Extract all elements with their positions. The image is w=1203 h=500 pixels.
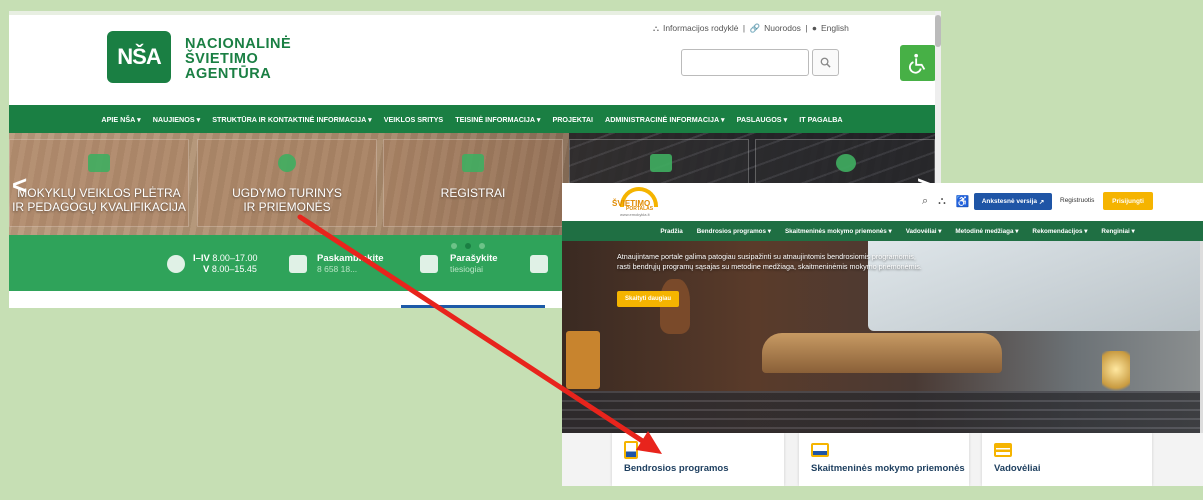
- accessibility-icon[interactable]: ♿: [956, 195, 970, 208]
- sitemap-icon: ⛬: [653, 23, 659, 33]
- portal-header: ŠVIETIMO PORTALAS www.emokykla.lt ⌕ ⛬ ♿ …: [562, 183, 1203, 221]
- read-more-button[interactable]: Skaityti daugiau: [617, 291, 679, 307]
- menu-item-struktura[interactable]: STRUKTŪRA IR KONTAKTINĖ INFORMACIJA ▾: [212, 115, 371, 124]
- scrollbar-thumb[interactable]: [935, 15, 941, 47]
- hero-text: Atnaujintame portale galima patogiau sus…: [617, 252, 922, 271]
- external-link-icon: ↗: [1038, 198, 1045, 206]
- globe-icon: ●: [811, 23, 818, 33]
- card-title: Skaitmeninės mokymo priemonės: [811, 463, 965, 474]
- tile-label: MOKYKLŲ VEIKLOS PLĖTRA: [17, 186, 181, 200]
- nav-vadoveliai[interactable]: Vadovėliai ▾: [906, 228, 942, 235]
- nsa-logo-text[interactable]: NACIONALINĖ ŠVIETIMO AGENTŪRA: [185, 37, 291, 82]
- card-vadoveliai[interactable]: Vadovėliai: [982, 433, 1152, 486]
- tile-label: UGDYMO TURINYS: [232, 186, 342, 200]
- keyboard-photo: [562, 391, 1203, 436]
- main-menu: APIE NŠA ▾ NAUJIENOS ▾ STRUKTŪRA IR KONT…: [9, 105, 935, 133]
- tile-mokyklu-veiklos[interactable]: MOKYKLŲ VEIKLOS PLĖTRA IR PEDAGOGŲ KVALI…: [9, 139, 189, 227]
- menu-item-apie[interactable]: APIE NŠA ▾: [101, 115, 140, 124]
- working-hours: I–IV 8.00–17.00 V 8.00–15.45: [193, 253, 257, 275]
- pencup-photo: [566, 331, 600, 389]
- nsa-logo-mark[interactable]: NŠA: [107, 31, 171, 83]
- header-icons: ⌕ ⛬ ♿: [922, 195, 970, 208]
- card-skaitmenines[interactable]: Skaitmeninės mokymo priemonės: [799, 433, 969, 486]
- map-icon: [530, 255, 548, 273]
- portal-logo[interactable]: ŠVIETIMO PORTALAS www.emokykla.lt: [612, 187, 670, 219]
- toplink-english[interactable]: English: [821, 23, 849, 33]
- mail-icon: [420, 255, 438, 273]
- hours-time-1: 8.00–17.00: [212, 253, 258, 263]
- clock-icon: [167, 255, 185, 273]
- tile-label: REGISTRAI: [440, 186, 506, 200]
- write-title: Parašykite: [450, 253, 498, 264]
- slider-dot[interactable]: [451, 243, 457, 249]
- logo-line: AGENTŪRA: [185, 66, 272, 82]
- menu-item-administracine[interactable]: ADMINISTRACINĖ INFORMACIJA ▾: [605, 115, 725, 124]
- books-icon: [994, 443, 1012, 457]
- menu-item-veiklos[interactable]: VEIKLOS SRITYS: [384, 115, 444, 124]
- register-icon: [462, 154, 484, 172]
- menu-item-paslaugos[interactable]: PASLAUGOS ▾: [737, 115, 788, 124]
- tile-ugdymo-turinys[interactable]: UGDYMO TURINYS IR PRIEMONĖS: [197, 139, 377, 227]
- write-sub: tiesiogiai: [450, 264, 484, 274]
- call-block[interactable]: Paskambinkite 8 658 18...: [317, 253, 384, 274]
- login-button[interactable]: Prisijungti: [1103, 192, 1153, 210]
- register-link[interactable]: Registruotis: [1060, 197, 1094, 204]
- monitor-icon: [811, 443, 829, 457]
- slider-prev-icon[interactable]: <: [12, 170, 27, 201]
- nav-pradzia[interactable]: Pradžia: [660, 228, 682, 235]
- blue-accent-bar: [401, 305, 545, 308]
- portal-website-screenshot: ŠVIETIMO PORTALAS www.emokykla.lt ⌕ ⛬ ♿ …: [562, 183, 1203, 486]
- tile-registrai[interactable]: REGISTRAI: [383, 139, 563, 227]
- slider-dots: [451, 243, 485, 249]
- sitemap-icon[interactable]: ⛬: [938, 195, 946, 208]
- hours-days-2: V: [203, 264, 210, 275]
- card-title: Bendrosios programos: [624, 463, 729, 474]
- document-icon: [624, 441, 638, 459]
- target-icon: [278, 154, 296, 172]
- network-icon: [88, 154, 110, 172]
- search-input[interactable]: [681, 49, 809, 76]
- slider-dot[interactable]: [479, 243, 485, 249]
- toplink-index[interactable]: Informacijos rodyklė: [663, 23, 739, 33]
- search-icon: [820, 57, 831, 68]
- tile-label: IR PRIEMONĖS: [243, 200, 331, 214]
- link-icon: 🔗: [749, 23, 761, 33]
- card-title: Vadovėliai: [994, 463, 1041, 474]
- nav-skaitmenines[interactable]: Skaitmeninės mokymo priemonės ▾: [785, 228, 892, 235]
- logo-line: NACIONALINĖ: [185, 36, 292, 52]
- wheelchair-icon: [909, 53, 926, 74]
- call-number: 8 658 18...: [317, 264, 358, 274]
- logo-url: www.emokykla.lt: [620, 212, 650, 217]
- tile-label: IR PEDAGOGŲ KVALIFIKACIJA: [12, 200, 186, 214]
- stand-photo: [762, 333, 1002, 373]
- toplink-links[interactable]: Nuorodos: [764, 23, 801, 33]
- search-button[interactable]: [812, 49, 839, 76]
- menu-item-naujienos[interactable]: NAUJIENOS ▾: [153, 115, 201, 124]
- logo-line: ŠVIETIMO: [185, 51, 259, 67]
- portal-nav: Pradžia Bendrosios programos ▾ Skaitmeni…: [562, 221, 1203, 241]
- menu-item-projektai[interactable]: PROJEKTAI: [552, 115, 593, 124]
- nav-renginiai[interactable]: Renginiai ▾: [1101, 228, 1134, 235]
- top-strip: [9, 11, 941, 15]
- hours-time-2: 8.00–15.45: [211, 264, 257, 274]
- nav-bendrosios[interactable]: Bendrosios programos ▾: [697, 228, 771, 235]
- accessibility-button[interactable]: [900, 45, 936, 81]
- search-icon[interactable]: ⌕: [922, 195, 928, 208]
- top-links: ⛬ Informacijos rodyklė | 🔗 Nuorodos | ● Eng…: [653, 23, 849, 33]
- pie-icon: [836, 154, 856, 172]
- slider-dot-active[interactable]: [465, 243, 471, 249]
- phone-icon: [289, 255, 307, 273]
- nav-metodine[interactable]: Metodinė medžiaga ▾: [955, 228, 1018, 235]
- nav-rekomendacijos[interactable]: Rekomendacijos ▾: [1032, 228, 1087, 235]
- menu-item-it-pagalba[interactable]: IT PAGALBA: [799, 115, 842, 124]
- portal-cards: Bendrosios programos Skaitmeninės mokymo…: [562, 433, 1203, 486]
- menu-item-teisine[interactable]: TEISINĖ INFORMACIJA ▾: [455, 115, 540, 124]
- old-version-button[interactable]: Ankstesnė versija ↗: [974, 193, 1052, 210]
- old-version-label: Ankstesnė versija: [981, 198, 1038, 205]
- card-bendrosios-programos[interactable]: Bendrosios programos: [612, 433, 784, 486]
- hours-days-1: I–IV: [193, 253, 210, 264]
- write-block[interactable]: Parašykite tiesiogiai: [450, 253, 498, 274]
- chart-icon: [650, 154, 672, 172]
- call-title: Paskambinkite: [317, 253, 384, 264]
